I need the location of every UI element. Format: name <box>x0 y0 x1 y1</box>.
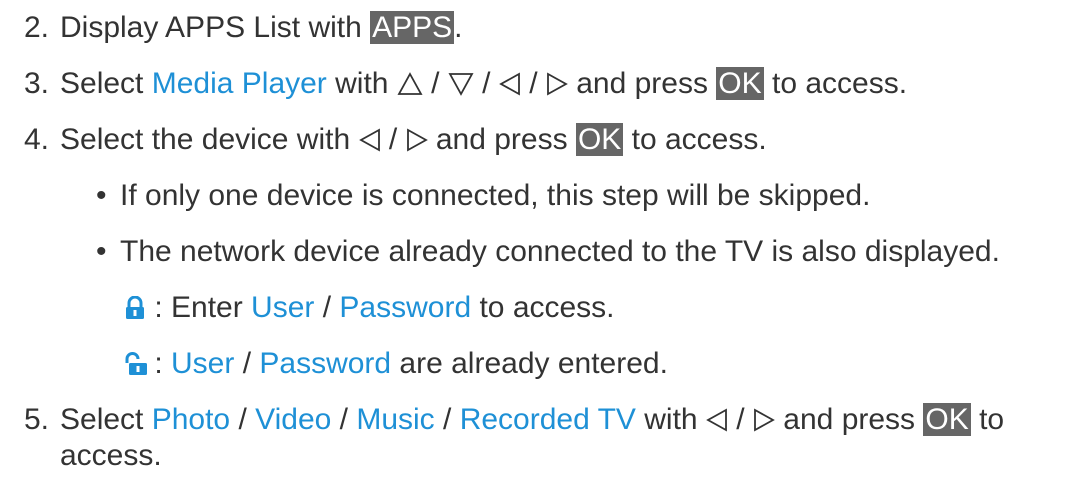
right-arrow-icon <box>406 128 428 152</box>
up-arrow-icon <box>397 72 423 96</box>
unlocked-note: : User / Password are already entered. <box>124 346 668 382</box>
note-text: : Enter <box>146 291 252 324</box>
step-text-end: to access. <box>763 67 908 100</box>
bullet-item: • The network device already connected to… <box>96 234 1000 270</box>
separator: / <box>314 291 340 324</box>
note-text-end: to access. <box>471 291 615 324</box>
step-4: 4. Select the device with / and press OK … <box>24 122 767 158</box>
step-text: and press <box>774 403 924 436</box>
password-link: Password <box>339 291 472 324</box>
bullet-text: The network device already connected to … <box>120 235 1000 268</box>
step-5-continuation: access. <box>60 438 162 474</box>
unlocked-icon <box>124 352 147 376</box>
step-text: Select the device with <box>60 123 359 156</box>
step-number: 5. <box>24 403 50 436</box>
step-text: Select <box>60 67 152 100</box>
separator: / <box>727 403 753 436</box>
step-text: Display APPS List with <box>60 11 371 44</box>
down-arrow-icon <box>448 72 474 96</box>
step-text-wrap: access. <box>60 439 162 472</box>
ok-key: OK <box>716 67 764 100</box>
ok-key: OK <box>575 123 624 156</box>
user-link: User <box>171 347 235 380</box>
left-arrow-icon <box>706 408 728 432</box>
step-5: 5. Select Photo / Video / Music / Recorde… <box>24 402 1004 438</box>
bullet-mark: • <box>96 235 107 268</box>
separator: / <box>380 123 406 156</box>
separator: / <box>422 67 448 100</box>
bullet-item: • If only one device is connected, this s… <box>96 178 870 214</box>
password-link: Password <box>259 347 392 380</box>
apps-key: APPS <box>370 11 455 44</box>
step-text-end: to access. <box>623 123 767 156</box>
step-3: 3. Select Media Player with / / / and pre… <box>24 66 907 102</box>
step-number: 3. <box>24 67 50 100</box>
step-text: with <box>326 67 397 100</box>
bullet-text: If only one device is connected, this st… <box>120 179 871 212</box>
media-player-link: Media Player <box>151 67 327 100</box>
step-number: 2. <box>24 11 50 44</box>
step-text: and press <box>567 67 717 100</box>
separator: / <box>520 67 546 100</box>
step-text: Select <box>60 403 152 436</box>
right-arrow-icon <box>546 72 568 96</box>
user-link: User <box>251 291 315 324</box>
note-text: : <box>146 347 172 380</box>
left-arrow-icon <box>358 128 381 152</box>
bullet-mark: • <box>96 179 107 212</box>
recorded-tv-link: Recorded TV <box>459 403 636 436</box>
separator: / <box>434 403 460 436</box>
photo-link: Photo <box>151 403 231 436</box>
left-arrow-icon <box>499 72 521 96</box>
locked-note: : Enter User / Password to access. <box>124 290 615 326</box>
step-2: 2. Display APPS List with APPS. <box>24 10 463 46</box>
video-link: Video <box>255 403 332 436</box>
locked-icon <box>124 296 146 320</box>
music-link: Music <box>356 403 435 436</box>
separator: / <box>473 67 499 100</box>
step-number: 4. <box>24 123 50 156</box>
separator: / <box>331 403 357 436</box>
ok-key: OK <box>923 403 971 436</box>
separator: / <box>230 403 256 436</box>
separator: / <box>234 347 260 380</box>
step-text: and press <box>427 123 576 156</box>
step-text: with <box>635 403 706 436</box>
right-arrow-icon <box>753 408 775 432</box>
step-text-end: to <box>970 403 1005 436</box>
step-text-end: . <box>454 11 463 44</box>
note-text-end: are already entered. <box>391 347 668 380</box>
